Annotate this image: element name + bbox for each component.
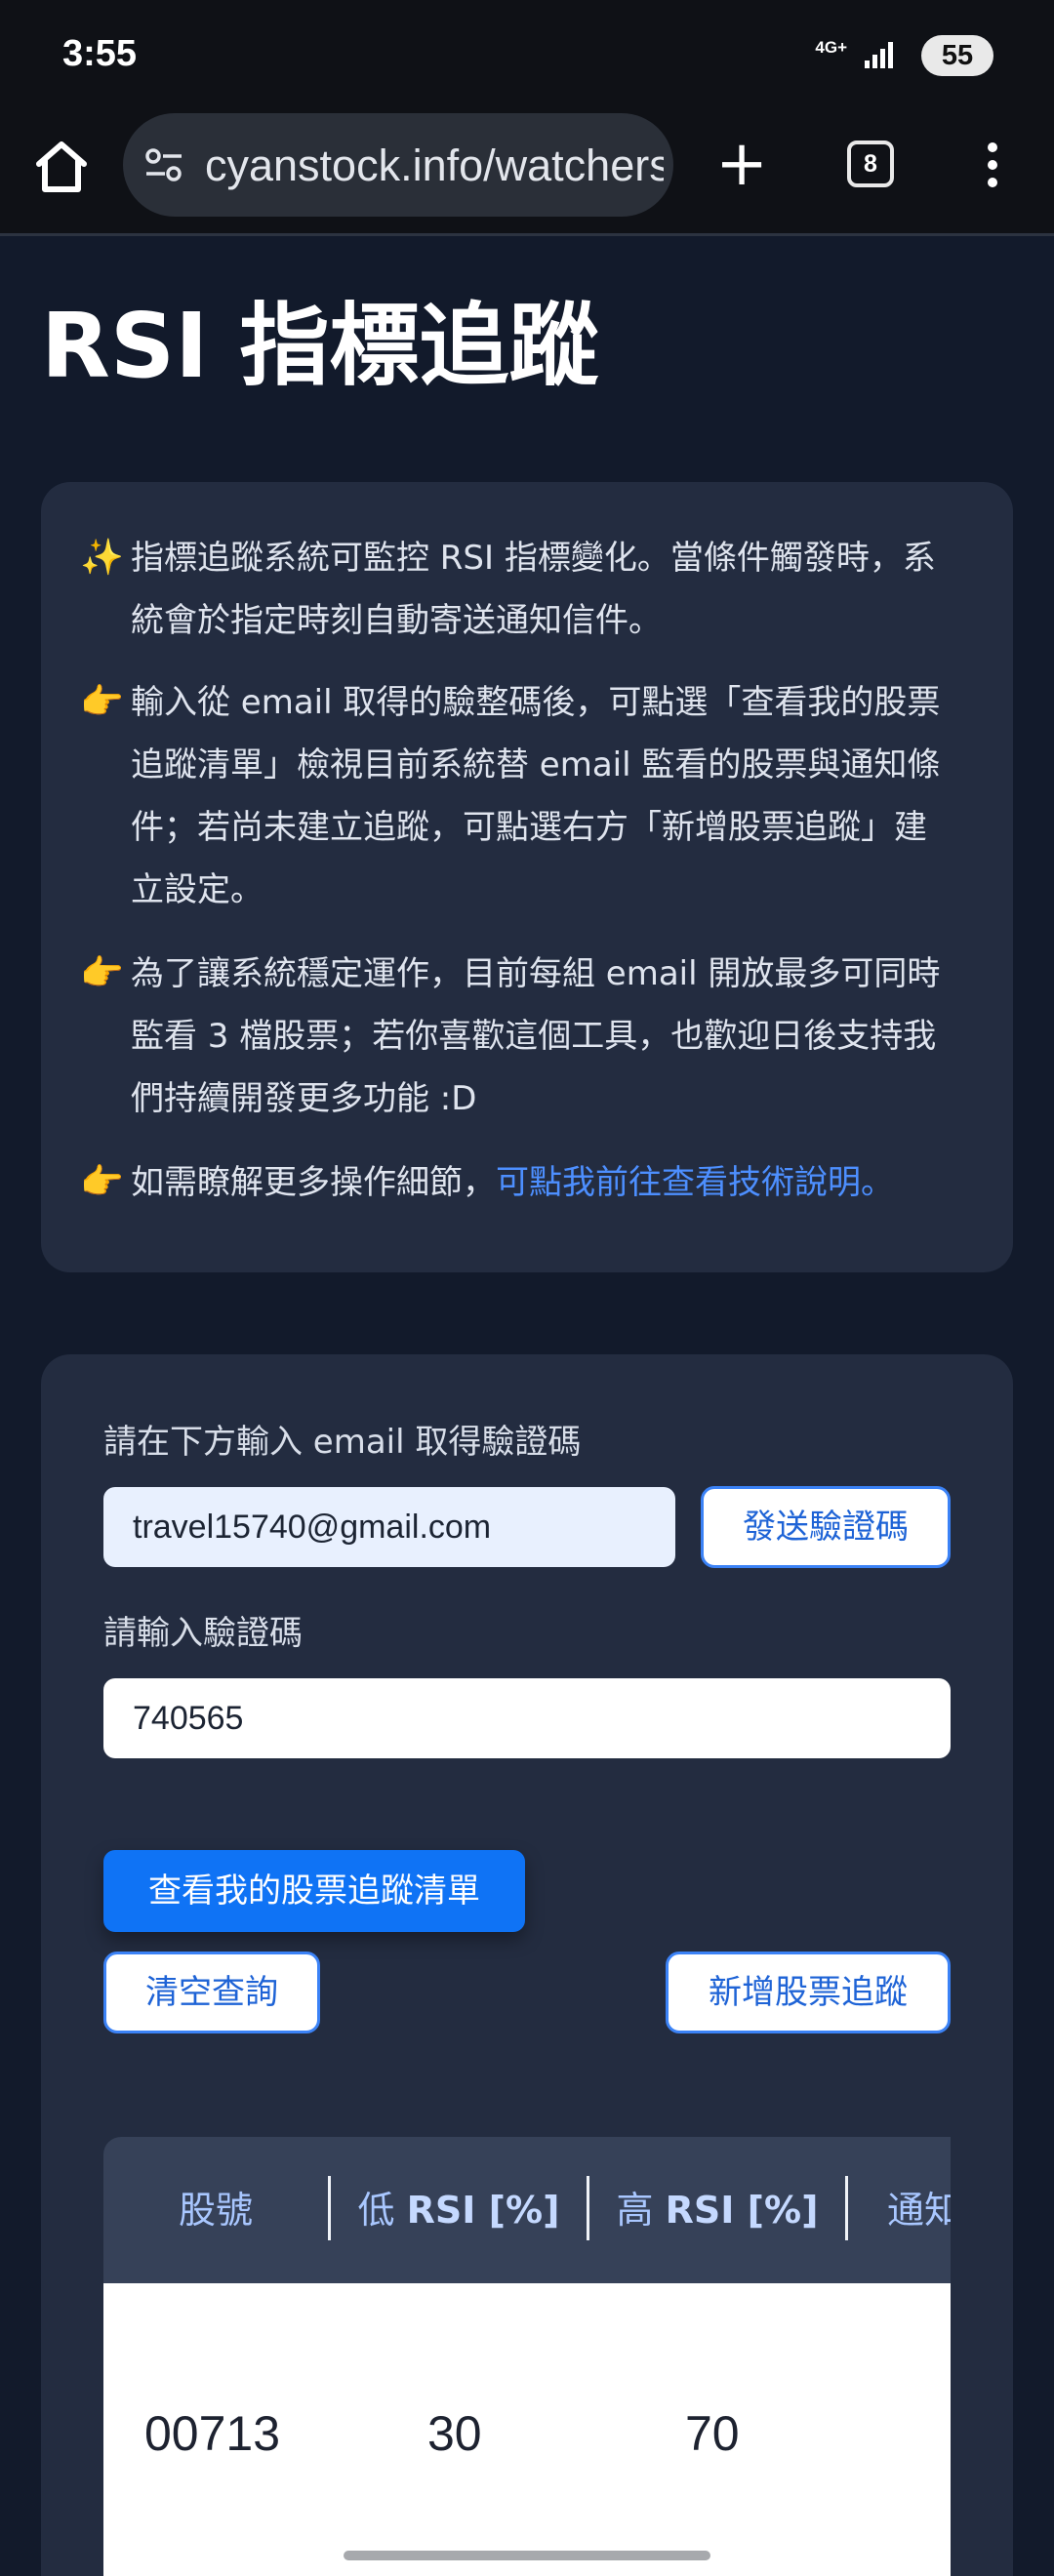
info-item: 👉 為了讓系統穩定運作，目前每組 email 開放最多可同時 監看 3 檔股票；… [80,943,997,1130]
sparkles-icon: ✨ [80,538,124,578]
info-line: 立設定。 [131,870,264,909]
email-input[interactable]: travel15740@gmail.com [103,1487,675,1567]
overflow-menu-icon[interactable] [980,139,1005,197]
cell-high-rsi: 70 [685,2406,740,2461]
info-line: 監看 3 檔股票；若你喜歡這個工具，也歡迎日後支持我 [131,1017,937,1056]
browser-toolbar: cyanstock.info/watchers + 8 [0,109,1054,236]
battery-icon: 55 [921,35,993,76]
table-row[interactable]: 00713 30 70 [103,2283,951,2576]
page-title: RSI 指標追蹤 [41,294,599,398]
info-item: 👉 如需瞭解更多操作細節，可點我前往查看技術說明。 [80,1151,997,1214]
status-bar: 3:55 4G+ 55 [0,0,1054,109]
info-line: 們持續開發更多功能 :D [131,1079,477,1118]
email-label: 請在下方輸入 email 取得驗證碼 [103,1423,582,1462]
new-tab-icon[interactable]: + [714,133,769,195]
column-header-low-rsi[interactable]: 低 RSI [%] [331,2137,587,2283]
home-icon[interactable] [31,137,92,197]
url-text[interactable]: cyanstock.info/watchers [205,141,664,191]
clear-query-button[interactable]: 清空查詢 [103,1952,320,2033]
add-stock-tracking-button[interactable]: 新增股票追蹤 [666,1952,951,2033]
pointing-hand-icon: 👉 [80,1162,124,1202]
address-bar[interactable]: cyanstock.info/watchers [123,113,673,217]
info-line: 輸入從 email 取得的驗整碼後，可點選「查看我的股票 [131,683,941,722]
info-line: 追蹤清單」檢視目前系統替 email 監看的股票與通知條 [131,745,941,785]
pointing-hand-icon: 👉 [80,953,124,993]
info-line: 為了讓系統穩定運作，目前每組 email 開放最多可同時 [131,954,941,993]
info-item: 👉 輸入從 email 取得的驗整碼後，可點選「查看我的股票 追蹤清單」檢視目前… [80,671,997,921]
tracking-form-card: 請在下方輸入 email 取得驗證碼 travel15740@gmail.com… [41,1354,1013,2576]
cell-low-rsi: 30 [427,2406,482,2461]
view-tracking-list-button[interactable]: 查看我的股票追蹤清單 [103,1850,525,1932]
site-settings-icon[interactable] [144,148,183,181]
cell-stock-id: 00713 [144,2406,281,2461]
table-header: 股號 低 RSI [%] 高 RSI [%] 通知 [103,2137,951,2283]
signal-strength-icon [865,42,893,68]
info-card: ✨ 指標追蹤系統可監控 RSI 指標變化。當條件觸發時，系 統會於指定時刻自動寄… [41,482,1013,1272]
info-line: 件；若尚未建立追蹤，可點選右方「新增股票追蹤」建 [131,808,927,847]
pointing-hand-icon: 👉 [80,682,124,722]
column-header-high-rsi[interactable]: 高 RSI [%] [589,2137,845,2283]
technical-docs-link[interactable]: 可點我前往查看技術說明。 [496,1163,894,1202]
tracking-table[interactable]: 股號 低 RSI [%] 高 RSI [%] 通知 00713 30 70 [103,2137,951,2576]
tab-switcher-button[interactable]: 8 [847,141,894,187]
gesture-navigation-bar[interactable] [344,2551,710,2560]
column-header-stock-id[interactable]: 股號 [103,2137,328,2283]
verification-code-input[interactable]: 740565 [103,1678,951,1758]
info-line: 指標追蹤系統可監控 RSI 指標變化。當條件觸發時，系 [131,539,936,578]
send-code-button[interactable]: 發送驗證碼 [701,1486,951,1568]
status-time: 3:55 [62,33,138,74]
column-header-notify[interactable]: 通知 [848,2137,951,2283]
code-label: 請輸入驗證碼 [103,1614,303,1653]
info-text: 如需瞭解更多操作細節， [131,1163,496,1202]
info-item: ✨ 指標追蹤系統可監控 RSI 指標變化。當條件觸發時，系 統會於指定時刻自動寄… [80,527,997,652]
info-line: 統會於指定時刻自動寄送通知信件。 [131,601,662,640]
network-type-label: 4G+ [815,38,847,57]
